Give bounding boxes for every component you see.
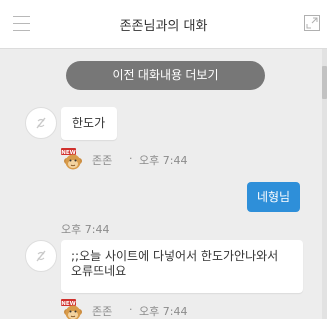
meta-separator: . <box>129 149 133 162</box>
message-text-line: 오류뜨네요 <box>71 264 127 278</box>
message-time: 오후 7:44 <box>139 154 188 167</box>
scrollbar-thumb[interactable] <box>322 66 327 99</box>
incoming-message-bubble[interactable]: ;;오늘 사이트에 다넣어서 한도가안나와서 오류뜨네요 <box>61 240 303 293</box>
message-time: 오후 7:44 <box>139 305 188 318</box>
message-meta: NEW 존존 . 오후 7:44 <box>61 148 221 170</box>
message-meta: NEW 존존 . 오후 7:44 <box>61 299 221 319</box>
message-text: 네형님 <box>256 190 291 204</box>
incoming-message-bubble[interactable]: 한도가 <box>61 107 117 140</box>
sender-name: 존존 <box>92 154 113 167</box>
meta-separator: . <box>129 300 133 313</box>
load-previous-messages-button[interactable]: 이전 대화내용 더보기 <box>66 61 265 90</box>
chat-title: 존존님과의 대화 <box>119 19 208 34</box>
sender-name: 존존 <box>92 305 113 318</box>
expand-window-icon[interactable] <box>304 15 320 31</box>
chat-message-area[interactable]: 이전 대화내용 더보기 한도가 NEW 존존 . 오후 7:44 네형님 오후 … <box>0 49 327 319</box>
message-text: 한도가 <box>72 116 106 130</box>
message-time: 오후 7:44 <box>61 223 110 236</box>
chat-header: 존존님과의 대화 <box>0 0 327 49</box>
monkey-sticker-icon: NEW <box>61 148 82 170</box>
default-avatar-icon[interactable] <box>25 240 57 272</box>
outgoing-message-bubble[interactable]: 네형님 <box>247 182 300 212</box>
default-avatar-icon[interactable] <box>25 107 57 139</box>
monkey-sticker-icon: NEW <box>61 299 82 319</box>
message-text-line: ;;오늘 사이트에 다넣어서 한도가안나와서 <box>71 249 279 263</box>
